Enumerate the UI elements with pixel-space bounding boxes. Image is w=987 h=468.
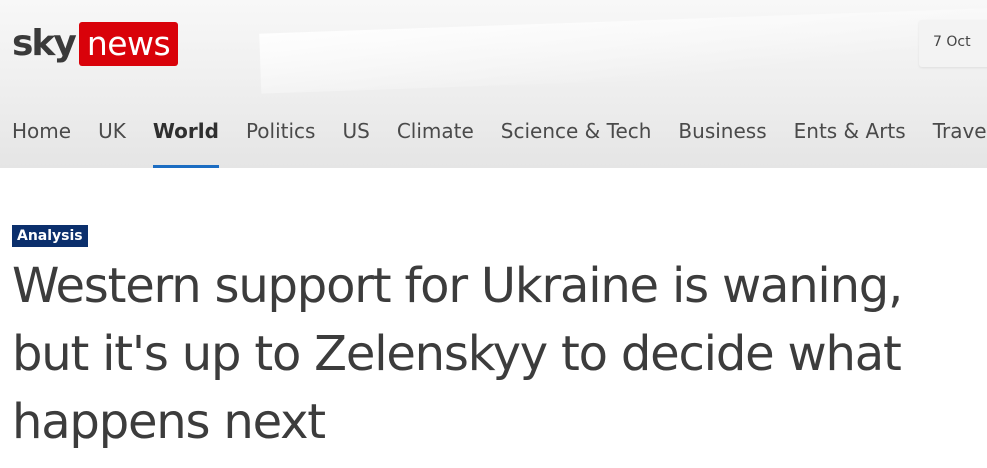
- nav-item-us[interactable]: US: [342, 110, 369, 168]
- nav-item-science-tech[interactable]: Science & Tech: [501, 110, 652, 168]
- nav-item-ents-arts[interactable]: Ents & Arts: [794, 110, 906, 168]
- logo-sky-text: sky: [12, 23, 77, 64]
- nav-item-politics[interactable]: Politics: [246, 110, 316, 168]
- nav-item-world[interactable]: World: [152, 110, 220, 168]
- main-navigation: Home UK World Politics US Climate Scienc…: [12, 110, 987, 168]
- analysis-badge[interactable]: Analysis: [12, 225, 88, 247]
- nav-item-climate[interactable]: Climate: [397, 110, 474, 168]
- nav-item-home[interactable]: Home: [12, 110, 71, 168]
- nav-item-uk[interactable]: UK: [98, 110, 126, 168]
- logo-news-text: news: [78, 22, 179, 66]
- date-widget[interactable]: 7 Oct: [919, 20, 987, 67]
- sky-news-logo[interactable]: sky news: [12, 20, 179, 68]
- site-header: sky news 7 Oct Home UK World Politics US…: [0, 0, 987, 168]
- header-decoration: [259, 2, 987, 94]
- article-headline: Western support for Ukraine is waning, b…: [12, 258, 903, 450]
- nav-item-business[interactable]: Business: [678, 110, 766, 168]
- date-label: 7 Oct: [933, 34, 971, 50]
- nav-item-travel[interactable]: Travel: [933, 110, 987, 168]
